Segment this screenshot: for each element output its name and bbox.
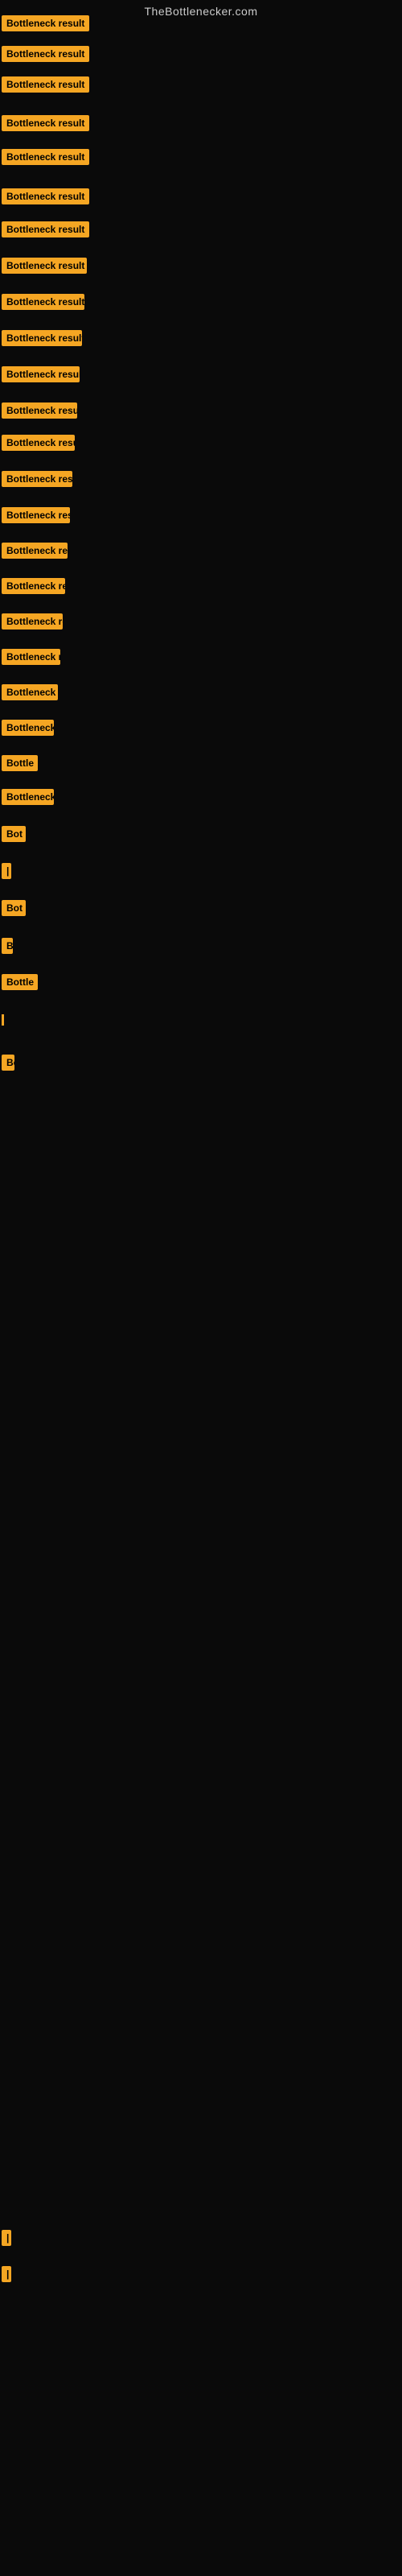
bottleneck-row: Bottleneck result bbox=[2, 366, 80, 386]
bottleneck-badge: Bot bbox=[2, 826, 26, 842]
bottleneck-badge: Bottleneck result bbox=[2, 330, 82, 346]
bottleneck-row: Bottleneck result bbox=[2, 471, 72, 491]
bottleneck-row: B bbox=[2, 938, 13, 958]
bottleneck-badge: | bbox=[2, 2266, 11, 2282]
bottleneck-row: Bottleneck res bbox=[2, 649, 60, 669]
bottleneck-row: Bottleneck result bbox=[2, 115, 89, 135]
bottleneck-badge: Bottleneck result bbox=[2, 15, 89, 31]
bottleneck-row: Bottle bbox=[2, 974, 38, 994]
bottleneck-row: Bottleneck result bbox=[2, 294, 84, 314]
bottleneck-row: Bottleneck res bbox=[2, 684, 58, 704]
bottleneck-row: Bottleneck result bbox=[2, 330, 82, 350]
bottleneck-badge: Bottleneck bbox=[2, 720, 54, 736]
bottleneck-badge: Bc bbox=[2, 1055, 14, 1071]
bottleneck-row: Bc bbox=[2, 1055, 14, 1075]
bottleneck-badge: Bottle bbox=[2, 974, 38, 990]
bottleneck-row: Bottleneck bbox=[2, 789, 54, 809]
bottleneck-badge: | bbox=[2, 863, 11, 879]
bottleneck-row: Bottleneck result bbox=[2, 149, 89, 169]
bottleneck-badge: Bottleneck result bbox=[2, 294, 84, 310]
bottleneck-badge: Bottleneck res bbox=[2, 649, 60, 665]
bottleneck-row: Bottleneck bbox=[2, 720, 54, 740]
bottleneck-row: Bottleneck result bbox=[2, 435, 75, 455]
bottleneck-row: Bottleneck result bbox=[2, 258, 87, 278]
bottleneck-badge: Bottleneck result bbox=[2, 471, 72, 487]
bottleneck-row: Bottleneck result bbox=[2, 46, 89, 66]
bottleneck-badge bbox=[2, 1014, 4, 1026]
bottleneck-badge: Bottleneck result bbox=[2, 149, 89, 165]
bottleneck-row: | bbox=[2, 2266, 11, 2286]
bottleneck-badge: Bottleneck result bbox=[2, 402, 77, 419]
bottleneck-row: Bot bbox=[2, 826, 26, 846]
bottleneck-row: Bottleneck result bbox=[2, 76, 89, 97]
bottleneck-badge: Bottleneck bbox=[2, 789, 54, 805]
bottleneck-row: Bot bbox=[2, 900, 26, 920]
bottleneck-row: Bottleneck result bbox=[2, 221, 89, 242]
bottleneck-badge: Bottleneck result bbox=[2, 258, 87, 274]
bottleneck-row: Bottleneck res bbox=[2, 543, 68, 563]
bottleneck-row: Bottleneck result bbox=[2, 402, 77, 423]
bottleneck-badge: Bottleneck result bbox=[2, 221, 89, 237]
bottleneck-badge: Bottleneck result bbox=[2, 76, 89, 93]
bottleneck-row: | bbox=[2, 2230, 11, 2250]
bottleneck-badge: Bottleneck result bbox=[2, 366, 80, 382]
bottleneck-badge: Bottleneck result bbox=[2, 46, 89, 62]
bottleneck-badge: Bottle bbox=[2, 755, 38, 771]
bottleneck-badge: Bottleneck res bbox=[2, 613, 63, 630]
bottleneck-row: Bottle bbox=[2, 755, 38, 775]
bottleneck-row: Bottleneck result bbox=[2, 188, 89, 208]
bottleneck-badge: Bottleneck res bbox=[2, 543, 68, 559]
bottleneck-badge: Bottleneck res bbox=[2, 578, 65, 594]
bottleneck-row: Bottleneck res bbox=[2, 613, 63, 634]
bottleneck-badge: Bottleneck result bbox=[2, 188, 89, 204]
bottleneck-badge: B bbox=[2, 938, 13, 954]
bottleneck-row: | bbox=[2, 863, 11, 883]
bottleneck-badge: | bbox=[2, 2230, 11, 2246]
bottleneck-row: Bottleneck result bbox=[2, 15, 89, 35]
bottleneck-badge: Bottleneck result bbox=[2, 115, 89, 131]
bottleneck-badge: Bottleneck result bbox=[2, 435, 75, 451]
bottleneck-badge: Bottleneck res bbox=[2, 684, 58, 700]
bottleneck-badge: Bot bbox=[2, 900, 26, 916]
bottleneck-row: Bottleneck result bbox=[2, 507, 70, 527]
bottleneck-row: Bottleneck res bbox=[2, 578, 65, 598]
bottleneck-badge: Bottleneck result bbox=[2, 507, 70, 523]
